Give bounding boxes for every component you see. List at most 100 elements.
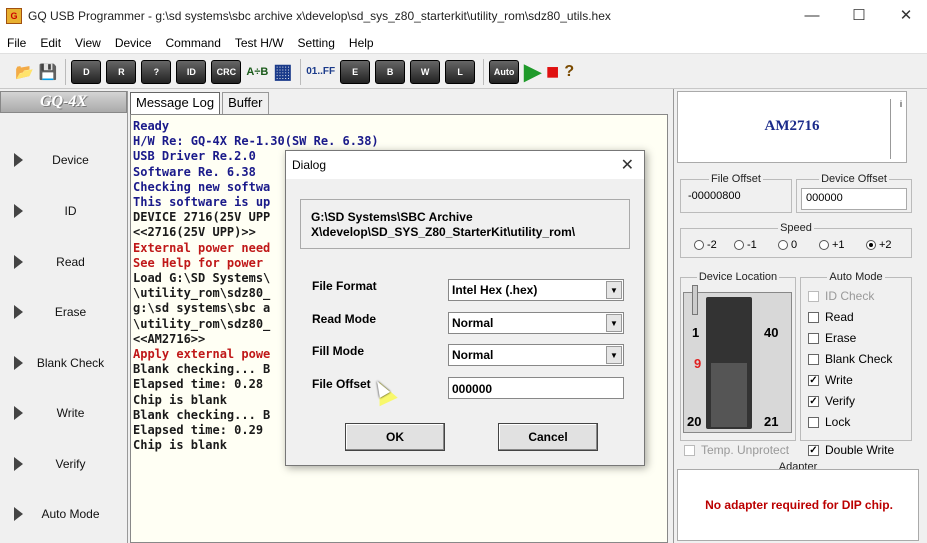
menu-file[interactable]: File — [0, 36, 33, 50]
lock-chip-icon: L — [445, 59, 476, 84]
speed-radio-0[interactable]: -2 — [694, 239, 717, 251]
menu-setting[interactable]: Setting — [291, 36, 342, 50]
auto-mode-erase-checkbox[interactable]: Erase — [808, 331, 856, 345]
chevron-down-icon[interactable]: ▼ — [606, 346, 622, 364]
help-button[interactable]: ? — [563, 59, 575, 85]
crc-chip-button[interactable]: CRC — [210, 59, 242, 85]
compare-ab-button[interactable]: A÷B — [245, 59, 269, 85]
play-arrow-icon — [14, 356, 23, 370]
run-button[interactable]: ▶ — [523, 59, 542, 85]
sidebar-item-label: Write — [56, 406, 85, 420]
write-chip-button[interactable]: W — [409, 59, 441, 85]
auto-mode-id-check-checkbox[interactable]: ID Check — [808, 289, 874, 303]
speed-radio-4[interactable]: +2 — [866, 239, 892, 251]
file-format-value: Intel Hex (.hex) — [452, 283, 538, 297]
sidebar-item-label: Device — [52, 153, 89, 167]
menu-command[interactable]: Command — [159, 36, 228, 50]
tab-message-log[interactable]: Message Log — [130, 92, 221, 114]
temp-unprotect-checkbox[interactable]: Temp. Unprotect — [684, 443, 789, 457]
speed-radio-2[interactable]: 0 — [778, 239, 797, 251]
app-logo-icon: G — [6, 8, 22, 24]
auto-mode-option-label: Lock — [825, 415, 851, 429]
title-bar: G GQ USB Programmer - g:\sd systems\sbc … — [0, 0, 927, 32]
save-button[interactable]: 💾 — [38, 59, 59, 85]
blank-check-chip-button[interactable]: B — [374, 59, 406, 85]
socket-lever — [692, 285, 698, 315]
speed-radio-1[interactable]: -1 — [734, 239, 757, 251]
panel-scrollbar[interactable]: i — [890, 99, 902, 159]
file-path-line-2: X\develop\SD_SYS_Z80_StarterKit\utility_… — [311, 225, 576, 239]
gq-4x-logo: GQ-4X — [0, 91, 127, 113]
verify-chip-button[interactable]: ? — [140, 59, 172, 85]
maximize-button[interactable]: ☐ — [836, 0, 882, 32]
cancel-button[interactable]: Cancel — [498, 423, 598, 451]
zif-socket-diagram: 1 40 9 20 21 — [683, 285, 792, 433]
minimize-button[interactable]: — — [789, 0, 835, 32]
verify-chip-icon: ? — [141, 59, 172, 84]
fill-ff-button[interactable]: 01..FF — [305, 59, 336, 85]
chevron-down-icon[interactable]: ▼ — [606, 281, 622, 299]
chip-in-socket — [711, 363, 747, 427]
lock-chip-button[interactable]: L — [444, 59, 476, 85]
close-window-button[interactable]: ✕ — [883, 0, 927, 32]
speed-radio-3[interactable]: +1 — [819, 239, 845, 251]
sidebar-auto-mode-button[interactable]: Auto Mode — [2, 491, 126, 537]
auto-mode-option-label: ID Check — [825, 289, 875, 303]
sidebar-item-label: Auto Mode — [41, 507, 100, 521]
tab-buffer[interactable]: Buffer — [222, 92, 269, 114]
auto-mode-write-checkbox[interactable]: ✓ Write — [808, 373, 853, 387]
menu-view[interactable]: View — [68, 36, 108, 50]
checkmark-icon: ✓ — [808, 444, 819, 456]
stop-button[interactable]: ■ — [545, 59, 560, 85]
sidebar-verify-button[interactable]: Verify — [2, 441, 126, 487]
dialog-title: Dialog — [292, 158, 327, 172]
sidebar-blank-check-button[interactable]: Blank Check — [2, 340, 126, 386]
dialog-file-offset-input[interactable]: 000000 — [448, 377, 624, 399]
erase-chip-button[interactable]: E — [339, 59, 371, 85]
sidebar-read-button[interactable]: Read — [2, 239, 126, 285]
id-chip-icon: ID — [176, 59, 207, 84]
auto-mode-label: Auto Mode — [829, 271, 883, 283]
menu-test-hw[interactable]: Test H/W — [228, 36, 291, 50]
file-load-dialog: Dialog ✕ G:\SD Systems\SBC Archive X\dev… — [285, 150, 645, 466]
chevron-down-icon[interactable]: ▼ — [606, 314, 622, 332]
sidebar-device-button[interactable]: Device — [2, 137, 126, 183]
ok-button[interactable]: OK — [345, 423, 445, 451]
device-offset-input[interactable]: 000000 — [801, 188, 907, 210]
erase-chip-icon: E — [340, 59, 371, 84]
auto-mode-verify-checkbox[interactable]: ✓ Verify — [808, 394, 855, 408]
save-icon: 💾 — [38, 63, 58, 81]
menu-edit[interactable]: Edit — [33, 36, 68, 50]
speed-option-label: 0 — [791, 239, 798, 251]
auto-mode-option-label: Write — [825, 373, 853, 387]
auto-mode-read-checkbox[interactable]: Read — [808, 310, 854, 324]
sidebar-id-button[interactable]: ID — [2, 188, 126, 234]
auto-mode-blank-check-checkbox[interactable]: Blank Check — [808, 352, 892, 366]
menu-device[interactable]: Device — [108, 36, 159, 50]
menu-help[interactable]: Help — [342, 36, 381, 50]
checkbox-box — [808, 290, 819, 302]
open-button[interactable]: 📂 — [14, 59, 35, 85]
sidebar-erase-button[interactable]: Erase — [2, 289, 126, 335]
file-format-select[interactable]: Intel Hex (.hex) ▼ — [448, 279, 624, 301]
double-write-checkbox[interactable]: ✓ Double Write — [808, 443, 894, 457]
device-offset-label: Device Offset — [821, 173, 887, 185]
fill-mode-select[interactable]: Normal ▼ — [448, 344, 624, 366]
checkbox-box — [808, 416, 819, 428]
toolbar-separator — [300, 58, 302, 85]
read-chip-button[interactable]: R — [105, 59, 137, 85]
speed-option-label: -1 — [747, 239, 757, 251]
play-arrow-icon — [14, 457, 23, 471]
read-mode-select[interactable]: Normal ▼ — [448, 312, 624, 334]
checkbox-box — [808, 311, 819, 323]
auto-chip-button[interactable]: Auto — [488, 59, 520, 85]
device-chip-button[interactable]: D — [70, 59, 102, 85]
double-write-label: Double Write — [825, 443, 895, 457]
adapter-box: No adapter required for DIP chip. — [677, 469, 919, 541]
sidebar-write-button[interactable]: Write — [2, 390, 126, 436]
dialog-close-icon[interactable]: ✕ — [621, 155, 634, 175]
id-chip-button[interactable]: ID — [175, 59, 207, 85]
window-title: GQ USB Programmer - g:\sd systems\sbc ar… — [28, 9, 611, 23]
auto-mode-lock-checkbox[interactable]: Lock — [808, 415, 850, 429]
buffer-editor-button[interactable]: ▦ — [272, 59, 293, 85]
